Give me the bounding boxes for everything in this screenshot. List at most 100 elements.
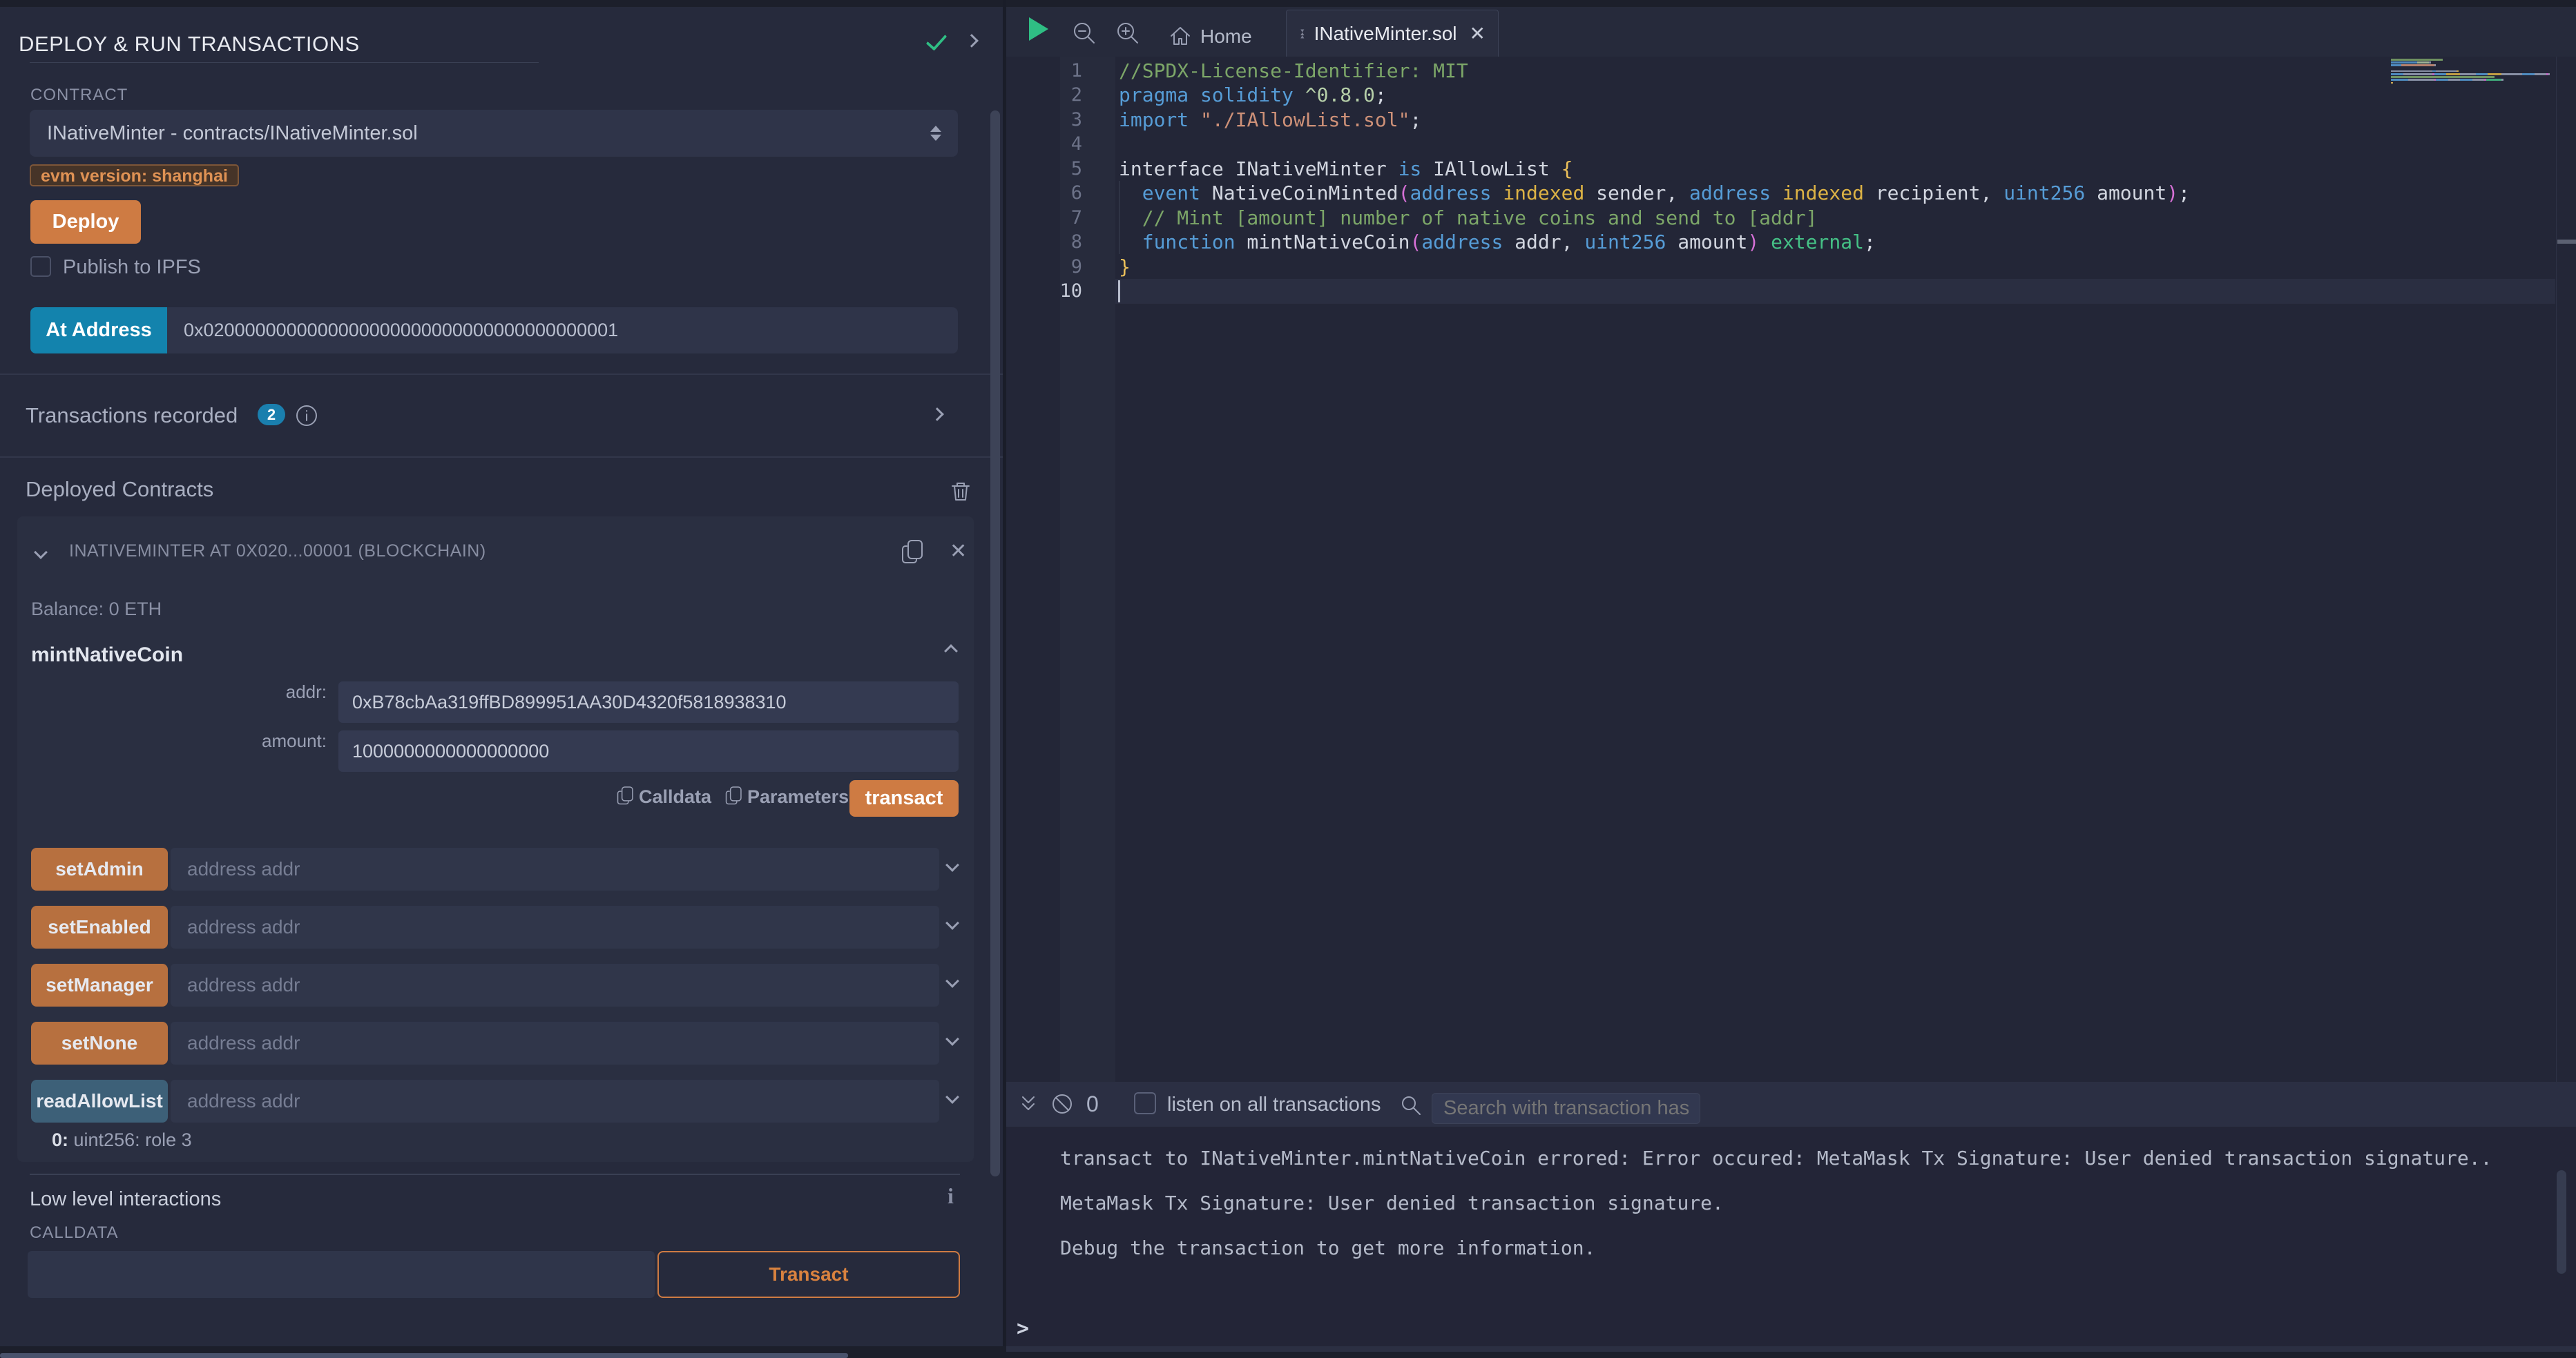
- tab-inativeminter[interactable]: INativeMinter.sol ✕: [1286, 10, 1499, 57]
- low-level-transact-button[interactable]: Transact: [657, 1251, 960, 1298]
- line-number: 7: [1055, 206, 1082, 231]
- code-line-3[interactable]: 3 import "./IAllowList.sol";: [1006, 108, 2576, 133]
- remove-contract-icon[interactable]: ✕: [950, 541, 967, 562]
- calldata-copy-label[interactable]: Calldata: [639, 786, 711, 808]
- code-text: //SPDX-License-Identifier: MIT: [1119, 59, 1468, 84]
- terminal-prompt[interactable]: >: [1017, 1317, 1029, 1341]
- compile-success-check-icon: [926, 29, 948, 51]
- deploy-button[interactable]: Deploy: [30, 200, 141, 244]
- copy-calldata-icon[interactable]: [617, 786, 635, 810]
- collapse-terminal-icon[interactable]: [1017, 1093, 1039, 1115]
- run-script-play-icon[interactable]: [1029, 17, 1048, 41]
- tab-home[interactable]: Home: [1169, 17, 1252, 57]
- panel-expand-chevron-icon[interactable]: [965, 34, 979, 48]
- contract-select-value: INativeMinter - contracts/INativeMinter.…: [47, 122, 418, 144]
- pending-tx-count: 0: [1086, 1092, 1099, 1117]
- setNone-expand-chevron-icon[interactable]: [945, 1032, 959, 1046]
- setNone-input[interactable]: address addr: [171, 1022, 939, 1065]
- minimap-separator: [2556, 57, 2557, 1082]
- code-line-2[interactable]: 2pragma solidity ^0.8.0;: [1006, 83, 2576, 108]
- setEnabled-button[interactable]: setEnabled: [31, 906, 168, 949]
- setEnabled-input[interactable]: address addr: [171, 906, 939, 949]
- contract-card-title: INATIVEMINTER AT 0X020...00001 (BLOCKCHA…: [69, 541, 486, 561]
- info-icon[interactable]: [295, 404, 318, 431]
- copy-parameters-icon[interactable]: [725, 786, 743, 810]
- line-number: 8: [1055, 230, 1082, 255]
- zoom-in-icon[interactable]: [1115, 21, 1140, 49]
- code-line-6[interactable]: 6 event NativeCoinMinted(address indexed…: [1006, 181, 2576, 206]
- at-address-input[interactable]: 0x02000000000000000000000000000000000000…: [167, 307, 958, 353]
- line-number: 3: [1055, 108, 1082, 133]
- terminal-line: transact to INativeMinter.mintNativeCoin…: [1060, 1136, 2492, 1181]
- line-number: 4: [1055, 132, 1082, 157]
- function-collapse-chevron-icon[interactable]: [944, 644, 958, 658]
- terminal-scrollbar[interactable]: [2557, 1170, 2566, 1274]
- solidity-icon: [1299, 23, 1306, 45]
- function-result-output: 0: uint256: role 3: [52, 1129, 192, 1151]
- setAdmin-button[interactable]: setAdmin: [31, 848, 168, 891]
- terminal-search-input[interactable]: [1432, 1093, 1700, 1124]
- code-editor[interactable]: 1 //SPDX-License-Identifier: MIT2pragma s…: [1006, 57, 2576, 1082]
- setAdmin-input[interactable]: address addr: [171, 848, 939, 891]
- function-row-setAdmin: setAdminaddress addr: [17, 848, 974, 891]
- contract-label: CONTRACT: [30, 86, 128, 105]
- setAdmin-expand-chevron-icon[interactable]: [945, 858, 959, 872]
- code-text: function mintNativeCoin(address addr, ui…: [1119, 230, 1876, 255]
- code-line-1[interactable]: 1 //SPDX-License-Identifier: MIT: [1006, 59, 2576, 84]
- contract-balance: Balance: 0 ETH: [31, 599, 162, 620]
- line-number: 5: [1055, 157, 1082, 182]
- setEnabled-expand-chevron-icon[interactable]: [945, 916, 959, 930]
- select-arrows-icon: [930, 126, 941, 141]
- function-row-setManager: setManageraddress addr: [17, 964, 974, 1007]
- setManager-input[interactable]: address addr: [171, 964, 939, 1007]
- zoom-out-icon[interactable]: [1072, 21, 1097, 49]
- parameters-copy-label[interactable]: Parameters: [747, 786, 849, 808]
- result-index: 0:: [52, 1129, 68, 1150]
- tab-close-icon[interactable]: ✕: [1470, 22, 1486, 45]
- addr-field-input[interactable]: 0xB78cbAa319ffBD899951AA30D4320f58189383…: [338, 681, 959, 723]
- readAllowList-input[interactable]: address addr: [171, 1080, 939, 1123]
- listen-transactions-checkbox[interactable]: [1134, 1092, 1156, 1114]
- function-row-setEnabled: setEnabledaddress addr: [17, 906, 974, 949]
- low-level-interactions-title: Low level interactions: [30, 1188, 221, 1211]
- setManager-button[interactable]: setManager: [31, 964, 168, 1007]
- amount-field-input[interactable]: 1000000000000000000: [338, 730, 959, 772]
- copy-address-icon[interactable]: [901, 539, 925, 569]
- setManager-expand-chevron-icon[interactable]: [945, 974, 959, 988]
- publish-ipfs-label: Publish to IPFS: [63, 256, 201, 279]
- panel-horizontal-scrollbar[interactable]: [0, 1353, 848, 1358]
- code-line-5[interactable]: 5interface INativeMinter is IAllowList {: [1006, 157, 2576, 182]
- divider: [30, 1174, 960, 1175]
- at-address-button[interactable]: At Address: [30, 307, 167, 353]
- readAllowList-button[interactable]: readAllowList: [31, 1080, 168, 1123]
- code-line-10[interactable]: 10: [1006, 279, 2576, 304]
- listen-transactions-label: listen on all transactions: [1167, 1094, 1381, 1116]
- function-name-title: mintNativeCoin: [31, 643, 183, 667]
- publish-ipfs-checkbox[interactable]: [30, 256, 51, 277]
- calldata-input[interactable]: [28, 1251, 655, 1298]
- line-number: 1: [1055, 59, 1082, 84]
- code-line-7[interactable]: 7 // Mint [amount] number of native coin…: [1006, 206, 2576, 231]
- editor-minimap[interactable]: [2391, 59, 2557, 88]
- info-icon[interactable]: i: [948, 1183, 954, 1209]
- readAllowList-expand-chevron-icon[interactable]: [945, 1090, 959, 1104]
- line-number: 6: [1055, 181, 1082, 206]
- tab-label: INativeMinter.sol: [1314, 23, 1457, 45]
- setNone-button[interactable]: setNone: [31, 1022, 168, 1065]
- code-line-9[interactable]: 9}: [1006, 255, 2576, 280]
- contract-collapse-chevron-icon[interactable]: [34, 545, 48, 559]
- terminal-line: Debug the transaction to get more inform…: [1060, 1225, 2492, 1270]
- clear-console-icon[interactable]: [1050, 1092, 1075, 1116]
- panel-vertical-scrollbar[interactable]: [990, 110, 1000, 1176]
- contract-select[interactable]: INativeMinter - contracts/INativeMinter.…: [30, 110, 958, 157]
- transact-button[interactable]: transact: [849, 780, 959, 817]
- amount-field-label: amount:: [17, 730, 327, 752]
- transactions-expand-chevron-icon[interactable]: [930, 407, 944, 421]
- code-text: }: [1119, 255, 1131, 280]
- trash-icon[interactable]: [950, 481, 971, 506]
- code-line-8[interactable]: 8 function mintNativeCoin(address addr, …: [1006, 230, 2576, 255]
- code-text: import "./IAllowList.sol";: [1119, 108, 1421, 133]
- code-line-4[interactable]: 4: [1006, 132, 2576, 157]
- divider: [0, 374, 1006, 375]
- title-underline: [30, 62, 539, 63]
